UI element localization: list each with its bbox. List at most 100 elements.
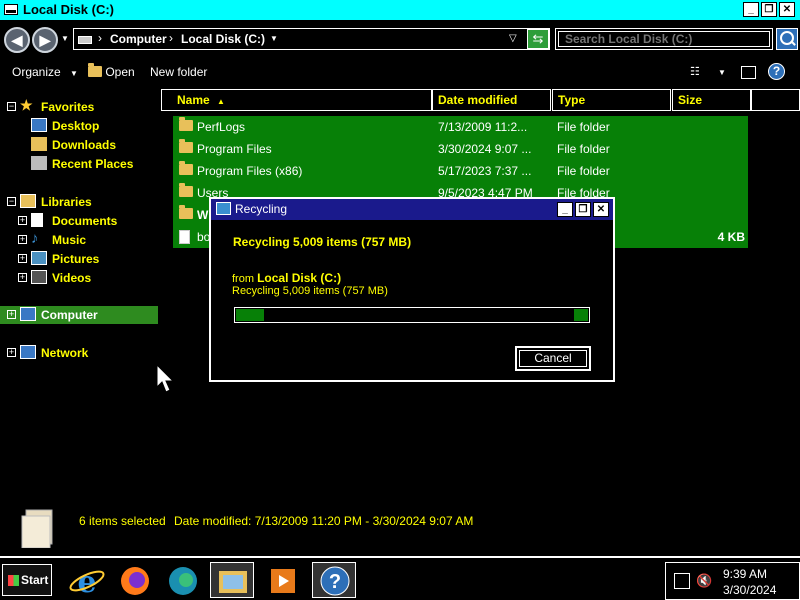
organize-menu[interactable]: Organize ▼ [12, 65, 78, 79]
nav-network[interactable]: + Network [0, 344, 158, 362]
column-header-blank[interactable] [751, 89, 800, 111]
media-player-icon[interactable] [260, 562, 304, 598]
nav-libraries[interactable]: − Libraries [0, 193, 158, 211]
svg-text:?: ? [329, 571, 341, 593]
progress-bar [234, 307, 590, 323]
search-input[interactable] [556, 29, 772, 49]
help-support-icon[interactable]: ? [312, 562, 356, 598]
nav-downloads[interactable]: Downloads [0, 136, 158, 154]
back-button[interactable]: ◀ [4, 27, 30, 53]
forward-button[interactable]: ▶ [32, 27, 58, 53]
firefox-icon[interactable] [112, 562, 156, 598]
file-date: 3/30/2024 9:07 ... [438, 142, 532, 156]
chevron-right-icon[interactable]: › [169, 31, 173, 45]
minimize-button[interactable]: _ [743, 2, 759, 17]
nav-pictures[interactable]: + Pictures [0, 250, 158, 268]
folder-icon [179, 139, 193, 153]
file-name: Program Files [197, 142, 272, 156]
nav-pictures-label: Pictures [52, 252, 100, 266]
nav-recent-label: Recent Places [52, 157, 134, 171]
svg-text:e: e [77, 565, 96, 599]
address-bar[interactable]: › Computer › Local Disk (C:) ▼ ▽ [73, 28, 550, 50]
column-header-size[interactable]: Size [672, 89, 751, 111]
new-folder-button[interactable]: New folder [150, 65, 207, 79]
help-icon[interactable]: ? [768, 63, 785, 80]
file-explorer-icon[interactable] [210, 562, 254, 598]
nav-desktop[interactable]: Desktop [0, 117, 158, 135]
sort-ascending-icon: ▲ [217, 97, 225, 106]
collapse-icon[interactable]: − [7, 102, 16, 111]
table-row[interactable]: Program Files 3/30/2024 9:07 ... File fo… [173, 138, 748, 160]
nav-documents[interactable]: + Documents [0, 212, 158, 230]
expand-icon[interactable]: + [18, 216, 27, 225]
recent-pages-dropdown-icon[interactable]: ▼ [61, 34, 69, 43]
chevron-down-icon[interactable]: ▼ [270, 34, 278, 43]
start-button[interactable]: Start [2, 564, 52, 596]
column-header-type[interactable]: Type [552, 89, 671, 111]
address-row: ◀ ▶ ▼ › Computer › Local Disk (C:) ▼ ▽ ⇆ [0, 22, 800, 56]
drive-icon [4, 4, 18, 15]
nav-computer-label: Computer [41, 308, 98, 322]
file-date: 7/13/2009 11:2... [438, 120, 528, 134]
file-type: File folder [557, 164, 610, 178]
videos-icon [31, 270, 47, 284]
close-button[interactable]: ✕ [779, 2, 795, 17]
view-dropdown-icon[interactable]: ▼ [718, 68, 726, 77]
nav-favorites[interactable]: − ★ Favorites [0, 97, 158, 116]
chevron-down-icon: ▼ [70, 69, 78, 78]
mouse-cursor-icon [156, 364, 175, 393]
star-icon: ★ [20, 97, 33, 113]
search-icon[interactable] [776, 28, 798, 50]
dialog-minimize-button[interactable]: _ [557, 202, 573, 217]
expand-icon[interactable]: + [18, 254, 27, 263]
network-status-icon[interactable] [674, 573, 690, 589]
recycling-dialog: Recycling _ ❐ ✕ Recycling 5,009 items (7… [209, 197, 615, 382]
nav-recent-places[interactable]: Recent Places [0, 155, 158, 173]
internet-explorer-icon[interactable]: e [64, 562, 108, 600]
music-icon: ♪ [31, 230, 39, 247]
pictures-icon [31, 251, 47, 265]
collapse-icon[interactable]: − [7, 197, 16, 206]
expand-icon[interactable]: + [7, 348, 16, 357]
back-arrow-icon: ◀ [11, 32, 23, 48]
clock-time[interactable]: 9:39 AM [723, 567, 767, 581]
breadcrumb-computer[interactable]: Computer [110, 32, 167, 46]
desktop-icon [31, 118, 47, 132]
dialog-title: Recycling [235, 202, 288, 216]
nav-videos[interactable]: + Videos [0, 269, 158, 287]
edge-icon[interactable] [160, 562, 204, 598]
file-size: 4 KB [717, 230, 745, 244]
table-row[interactable]: PerfLogs 7/13/2009 11:2... File folder [173, 116, 748, 138]
column-header-date[interactable]: Date modified [432, 89, 551, 111]
progress-fill [236, 309, 264, 321]
clock-date[interactable]: 3/30/2024 [723, 583, 776, 597]
folder-icon [179, 117, 193, 131]
table-row[interactable]: Program Files (x86) 5/17/2023 7:37 ... F… [173, 160, 748, 182]
dialog-close-button[interactable]: ✕ [593, 202, 609, 217]
folder-icon [88, 63, 102, 77]
preview-pane-icon[interactable] [741, 66, 756, 79]
cancel-button[interactable]: Cancel [515, 346, 591, 371]
chevron-right-icon[interactable]: › [98, 31, 102, 45]
expand-icon[interactable]: + [18, 235, 27, 244]
search-box[interactable] [555, 28, 773, 50]
expand-icon[interactable]: + [18, 273, 27, 282]
open-button[interactable]: Open [88, 63, 135, 79]
details-pane: 6 items selected Date modified: 7/13/200… [0, 500, 800, 554]
nav-music[interactable]: + ♪ Music [0, 230, 158, 249]
volume-muted-icon[interactable]: 🔇 [696, 573, 712, 589]
taskbar: Start e ? 🔇 9:39 AM 3/30/2024 [0, 556, 800, 600]
dialog-maximize-button[interactable]: ❐ [575, 202, 591, 217]
file-date: 5/17/2023 7:37 ... [438, 164, 532, 178]
address-dropdown-icon[interactable]: ▽ [509, 33, 517, 44]
view-options-icon[interactable]: ☷ [690, 65, 700, 78]
column-header-name[interactable]: Name ▲ [161, 89, 432, 111]
nav-computer[interactable]: + Computer [0, 306, 158, 324]
folder-icon [179, 161, 193, 175]
window-title: Local Disk (C:) [23, 2, 115, 17]
maximize-button[interactable]: ❐ [761, 2, 777, 17]
selection-count: 6 items selected [79, 514, 166, 528]
breadcrumb-local-disk[interactable]: Local Disk (C:) [181, 32, 265, 46]
expand-icon[interactable]: + [7, 310, 16, 319]
refresh-button[interactable]: ⇆ [527, 29, 549, 49]
